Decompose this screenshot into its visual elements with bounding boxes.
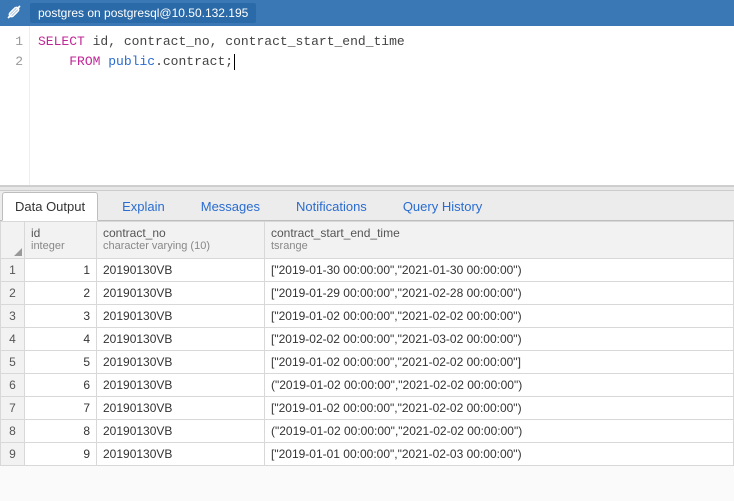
cell-contract-no[interactable]: 20190130VB — [97, 419, 265, 442]
select-all-corner[interactable] — [1, 222, 25, 259]
cell-range[interactable]: ["2019-01-01 00:00:00","2021-02-03 00:00… — [265, 442, 734, 465]
cell-id[interactable]: 6 — [25, 373, 97, 396]
cell-contract-no[interactable]: 20190130VB — [97, 373, 265, 396]
cell-contract-no[interactable]: 20190130VB — [97, 304, 265, 327]
cell-id[interactable]: 8 — [25, 419, 97, 442]
cell-id[interactable]: 7 — [25, 396, 97, 419]
tab-explain[interactable]: Explain — [110, 193, 177, 220]
results-tabs: Data Output Explain Messages Notifications Q… — [0, 191, 734, 221]
editor-code[interactable]: SELECT id, contract_no, contract_start_e… — [30, 26, 413, 185]
table-row[interactable]: 4420190130VB["2019-02-02 00:00:00","2021… — [1, 327, 734, 350]
row-header[interactable]: 5 — [1, 350, 25, 373]
col-id[interactable]: idinteger — [25, 222, 97, 259]
col-contract_start_end_time[interactable]: contract_start_end_timetsrange — [265, 222, 734, 259]
table-row[interactable]: 6620190130VB("2019-01-02 00:00:00","2021… — [1, 373, 734, 396]
cell-range[interactable]: ("2019-01-02 00:00:00","2021-02-02 00:00… — [265, 373, 734, 396]
cell-id[interactable]: 2 — [25, 281, 97, 304]
cell-id[interactable]: 9 — [25, 442, 97, 465]
cell-range[interactable]: ["2019-02-02 00:00:00","2021-03-02 00:00… — [265, 327, 734, 350]
tab-data-output[interactable]: Data Output — [2, 192, 98, 221]
table-row[interactable]: 3320190130VB["2019-01-02 00:00:00","2021… — [1, 304, 734, 327]
row-header[interactable]: 3 — [1, 304, 25, 327]
cell-contract-no[interactable]: 20190130VB — [97, 442, 265, 465]
cell-range[interactable]: ["2019-01-02 00:00:00","2021-02-02 00:00… — [265, 396, 734, 419]
results-grid: idintegercontract_nocharacter varying (1… — [0, 221, 734, 466]
col-contract_no[interactable]: contract_nocharacter varying (10) — [97, 222, 265, 259]
row-header[interactable]: 1 — [1, 258, 25, 281]
editor-gutter: 12 — [0, 26, 30, 185]
table-row[interactable]: 1120190130VB["2019-01-30 00:00:00","2021… — [1, 258, 734, 281]
sql-editor[interactable]: 12 SELECT id, contract_no, contract_star… — [0, 26, 734, 186]
row-header[interactable]: 8 — [1, 419, 25, 442]
cell-contract-no[interactable]: 20190130VB — [97, 350, 265, 373]
cell-range[interactable]: ["2019-01-02 00:00:00","2021-02-02 00:00… — [265, 304, 734, 327]
cell-id[interactable]: 5 — [25, 350, 97, 373]
table-row[interactable]: 2220190130VB["2019-01-29 00:00:00","2021… — [1, 281, 734, 304]
table-row[interactable]: 9920190130VB["2019-01-01 00:00:00","2021… — [1, 442, 734, 465]
connection-label: postgres on postgresql@10.50.132.195 — [30, 3, 256, 23]
table-row[interactable]: 7720190130VB["2019-01-02 00:00:00","2021… — [1, 396, 734, 419]
cell-range[interactable]: ("2019-01-02 00:00:00","2021-02-02 00:00… — [265, 419, 734, 442]
row-header[interactable]: 4 — [1, 327, 25, 350]
tab-notifications[interactable]: Notifications — [284, 193, 379, 220]
row-header[interactable]: 6 — [1, 373, 25, 396]
cell-contract-no[interactable]: 20190130VB — [97, 281, 265, 304]
cell-id[interactable]: 3 — [25, 304, 97, 327]
row-header[interactable]: 2 — [1, 281, 25, 304]
cell-id[interactable]: 4 — [25, 327, 97, 350]
table-row[interactable]: 8820190130VB("2019-01-02 00:00:00","2021… — [1, 419, 734, 442]
cell-contract-no[interactable]: 20190130VB — [97, 327, 265, 350]
tab-query-history[interactable]: Query History — [391, 193, 494, 220]
tab-messages[interactable]: Messages — [189, 193, 272, 220]
disconnect-icon[interactable] — [6, 4, 22, 23]
cell-contract-no[interactable]: 20190130VB — [97, 396, 265, 419]
titlebar: postgres on postgresql@10.50.132.195 — [0, 0, 734, 26]
cell-range[interactable]: ["2019-01-30 00:00:00","2021-01-30 00:00… — [265, 258, 734, 281]
cell-range[interactable]: ["2019-01-02 00:00:00","2021-02-02 00:00… — [265, 350, 734, 373]
cell-range[interactable]: ["2019-01-29 00:00:00","2021-02-28 00:00… — [265, 281, 734, 304]
row-header[interactable]: 9 — [1, 442, 25, 465]
cell-id[interactable]: 1 — [25, 258, 97, 281]
table-row[interactable]: 5520190130VB["2019-01-02 00:00:00","2021… — [1, 350, 734, 373]
cell-contract-no[interactable]: 20190130VB — [97, 258, 265, 281]
row-header[interactable]: 7 — [1, 396, 25, 419]
